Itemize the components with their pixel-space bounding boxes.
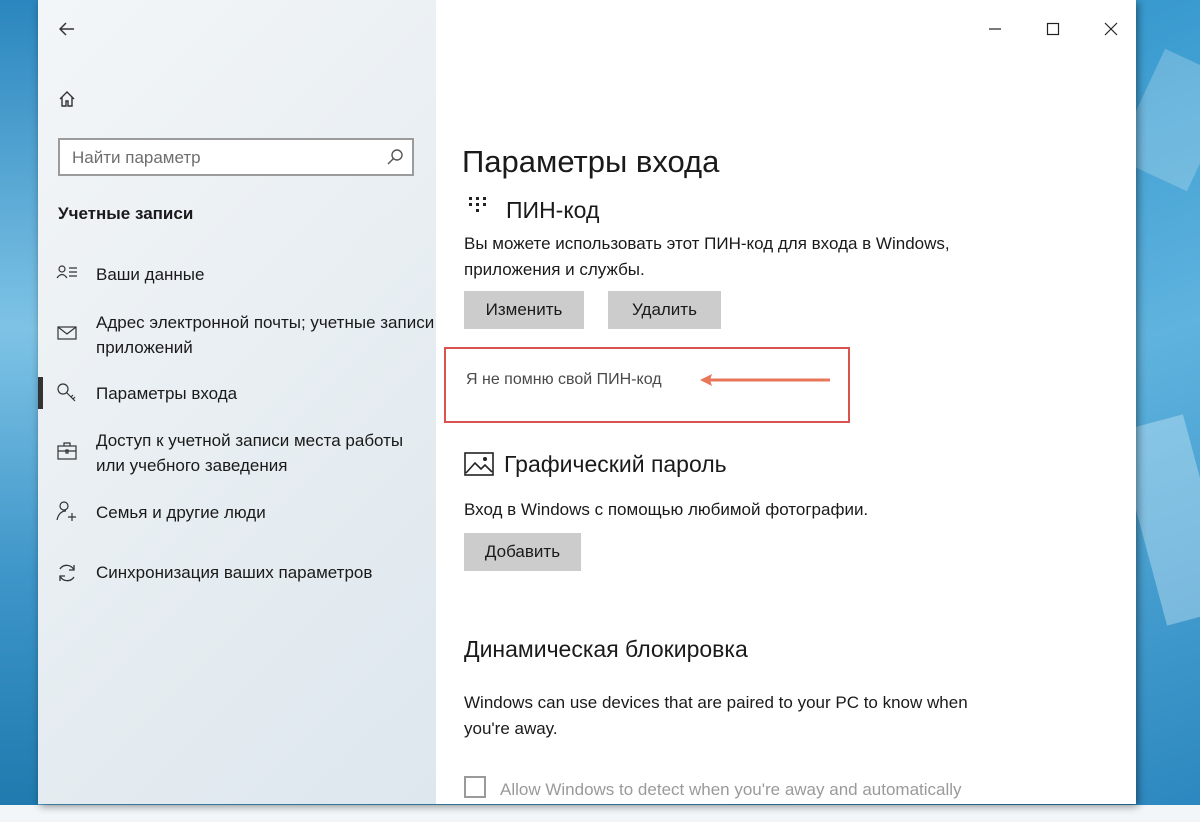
search-box[interactable] bbox=[58, 138, 414, 176]
sidebar-item-email-accounts[interactable]: Адрес электронной почты; учетные записи … bbox=[38, 310, 436, 362]
add-picture-password-button[interactable]: Добавить bbox=[464, 533, 581, 571]
dynamic-lock-description-line1: Windows can use devices that are paired … bbox=[464, 693, 968, 712]
sidebar: Учетные записи Ваши данные Адрес электро… bbox=[38, 0, 436, 804]
picture-password-description: Вход в Windows с помощью любимой фотогра… bbox=[464, 500, 869, 519]
sidebar-item-your-info[interactable]: Ваши данные bbox=[38, 262, 436, 288]
sidebar-item-label: Семья и другие люди bbox=[96, 503, 266, 522]
pin-description-line2: приложения и службы. bbox=[464, 260, 645, 279]
pin-keypad-icon bbox=[469, 197, 486, 212]
desktop-background-bottom bbox=[0, 805, 1200, 822]
sidebar-item-label: Доступ к учетной записи места работы или… bbox=[96, 431, 404, 475]
search-input[interactable] bbox=[70, 140, 374, 176]
sidebar-item-work-access[interactable]: Доступ к учетной записи места работы или… bbox=[38, 428, 436, 480]
pin-heading: ПИН-код bbox=[506, 197, 600, 223]
maximize-icon bbox=[1046, 22, 1060, 36]
sidebar-item-label: Параметры входа bbox=[96, 384, 238, 403]
minimize-button[interactable] bbox=[976, 10, 1014, 48]
picture-password-icon bbox=[464, 452, 494, 476]
settings-window: Учетные записи Ваши данные Адрес электро… bbox=[38, 0, 1136, 804]
sync-icon bbox=[59, 564, 75, 582]
dynamic-lock-checkbox[interactable] bbox=[464, 776, 486, 798]
home-icon bbox=[59, 91, 75, 107]
pin-description-line1: Вы можете использовать этот ПИН-код для … bbox=[464, 234, 950, 253]
dynamic-lock-description-line2: you're away. bbox=[464, 719, 558, 738]
sidebar-item-sign-in-options[interactable]: Параметры входа bbox=[38, 377, 436, 409]
briefcase-icon bbox=[57, 442, 77, 460]
sidebar-item-label: Адрес электронной почты; учетные записи … bbox=[96, 313, 435, 357]
person-add-icon bbox=[56, 501, 76, 521]
mail-icon bbox=[57, 326, 77, 340]
key-icon bbox=[57, 383, 76, 402]
active-indicator bbox=[38, 377, 43, 409]
back-button[interactable] bbox=[52, 14, 82, 44]
close-button[interactable] bbox=[1092, 10, 1130, 48]
sidebar-item-sync[interactable]: Синхронизация ваших параметров bbox=[38, 560, 436, 588]
maximize-button[interactable] bbox=[1034, 10, 1072, 48]
dynamic-lock-checkbox-label: Allow Windows to detect when you're away… bbox=[500, 780, 962, 799]
picture-password-heading: Графический пароль bbox=[504, 451, 727, 477]
sidebar-item-family[interactable]: Семья и другие люди bbox=[38, 500, 436, 528]
annotation-arrow-icon bbox=[700, 374, 830, 386]
desktop-background-left bbox=[0, 0, 38, 822]
dynamic-lock-heading: Динамическая блокировка bbox=[464, 636, 748, 662]
close-icon bbox=[1104, 22, 1118, 36]
back-arrow-icon bbox=[59, 22, 74, 36]
sidebar-item-label: Ваши данные bbox=[96, 265, 205, 284]
home-button[interactable] bbox=[52, 84, 82, 114]
forgot-pin-link[interactable]: Я не помню свой ПИН-код bbox=[466, 371, 662, 389]
sidebar-item-label: Синхронизация ваших параметров bbox=[96, 563, 373, 582]
page-title: Параметры входа bbox=[462, 144, 720, 179]
person-list-icon bbox=[56, 265, 77, 279]
search-icon[interactable] bbox=[386, 148, 404, 166]
main-content: Параметры входа ПИН-код Вы можете исполь… bbox=[436, 0, 1136, 804]
minimize-icon bbox=[989, 28, 1001, 30]
remove-pin-button[interactable]: Удалить bbox=[608, 291, 721, 329]
section-title: Учетные записи bbox=[58, 204, 194, 223]
change-pin-button[interactable]: Изменить bbox=[464, 291, 584, 329]
